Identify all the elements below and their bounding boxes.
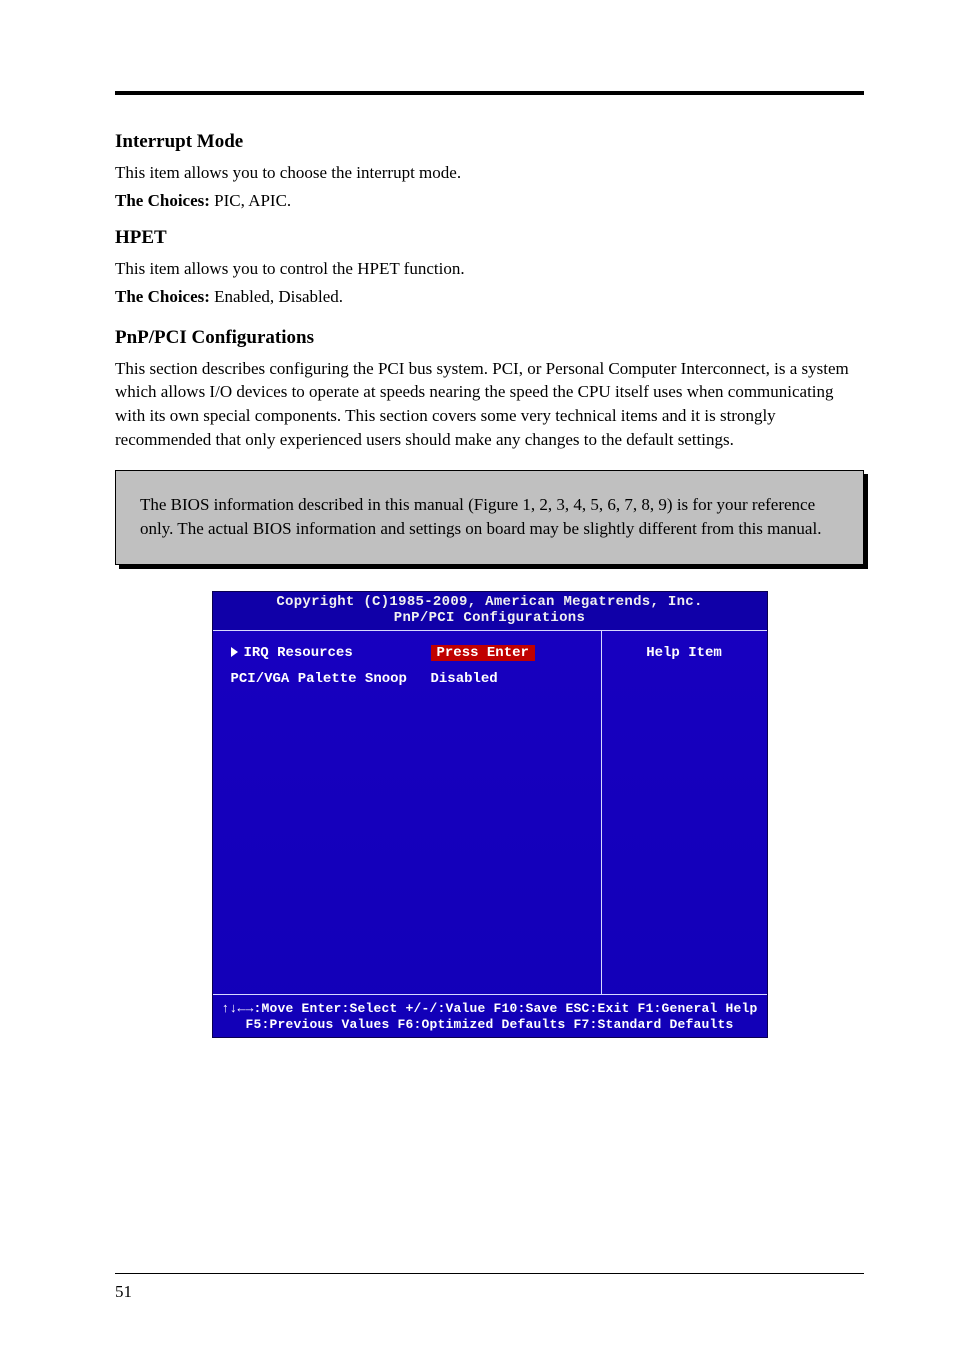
- section-choices: The Choices: PIC, APIC.: [115, 191, 864, 211]
- triangle-right-icon: [231, 647, 238, 657]
- bios-help-pane: Help Item: [601, 631, 767, 994]
- section-title: PnP/PCI Configurations: [115, 327, 864, 349]
- section-body: This section describes configuring the P…: [115, 357, 864, 452]
- bios-label-text: IRQ Resources: [244, 645, 353, 661]
- bios-footer-line2: F5:Previous Values F6:Optimized Defaults…: [221, 1017, 759, 1033]
- bios-screen: Copyright (C)1985-2009, American Megatre…: [212, 591, 768, 1038]
- bios-body: IRQ Resources Press Enter PCI/VGA Palett…: [213, 631, 767, 995]
- bios-row-palette[interactable]: PCI/VGA Palette Snoop Disabled: [231, 671, 591, 687]
- bios-row-irq[interactable]: IRQ Resources Press Enter: [231, 645, 591, 661]
- bios-screenshot: Copyright (C)1985-2009, American Megatre…: [115, 591, 864, 1038]
- section-body: This item allows you to control the HPET…: [115, 257, 864, 281]
- choices-label: The Choices:: [115, 191, 210, 210]
- bios-row-value: Press Enter: [431, 645, 535, 661]
- choices-values: Enabled, Disabled.: [214, 287, 343, 306]
- section-body: This item allows you to choose the inter…: [115, 161, 864, 185]
- bios-header-line1: Copyright (C)1985-2009, American Megatre…: [213, 594, 767, 610]
- bios-row-label: IRQ Resources: [231, 645, 431, 661]
- header-rule: [115, 91, 864, 95]
- section-title: HPET: [115, 227, 864, 249]
- section-choices: The Choices: Enabled, Disabled.: [115, 287, 864, 307]
- bios-header-line2: PnP/PCI Configurations: [213, 610, 767, 626]
- bios-footer: ↑↓←→:Move Enter:Select +/-/:Value F10:Sa…: [213, 995, 767, 1042]
- bios-footer-line1: ↑↓←→:Move Enter:Select +/-/:Value F10:Sa…: [221, 1001, 759, 1017]
- page-container: Interrupt Mode This item allows you to c…: [0, 0, 954, 1350]
- bios-header: Copyright (C)1985-2009, American Megatre…: [213, 592, 767, 631]
- section-pnp-pci: PnP/PCI Configurations This section desc…: [115, 327, 864, 452]
- section-hpet: HPET This item allows you to control the…: [115, 227, 864, 307]
- note-box: The BIOS information described in this m…: [115, 470, 864, 565]
- section-interrupt-mode: Interrupt Mode This item allows you to c…: [115, 131, 864, 211]
- bios-row-value: Disabled: [431, 671, 498, 687]
- section-title: Interrupt Mode: [115, 131, 864, 153]
- bios-help-title: Help Item: [602, 645, 767, 661]
- choices-label: The Choices:: [115, 287, 210, 306]
- footer-rule: [115, 1273, 864, 1274]
- choices-values: PIC, APIC.: [214, 191, 291, 210]
- bios-row-label: PCI/VGA Palette Snoop: [231, 671, 431, 687]
- page-number: 51: [115, 1282, 132, 1302]
- note-text: The BIOS information described in this m…: [140, 493, 839, 542]
- bios-label-text: PCI/VGA Palette Snoop: [231, 671, 407, 687]
- bios-left-pane: IRQ Resources Press Enter PCI/VGA Palett…: [213, 631, 601, 994]
